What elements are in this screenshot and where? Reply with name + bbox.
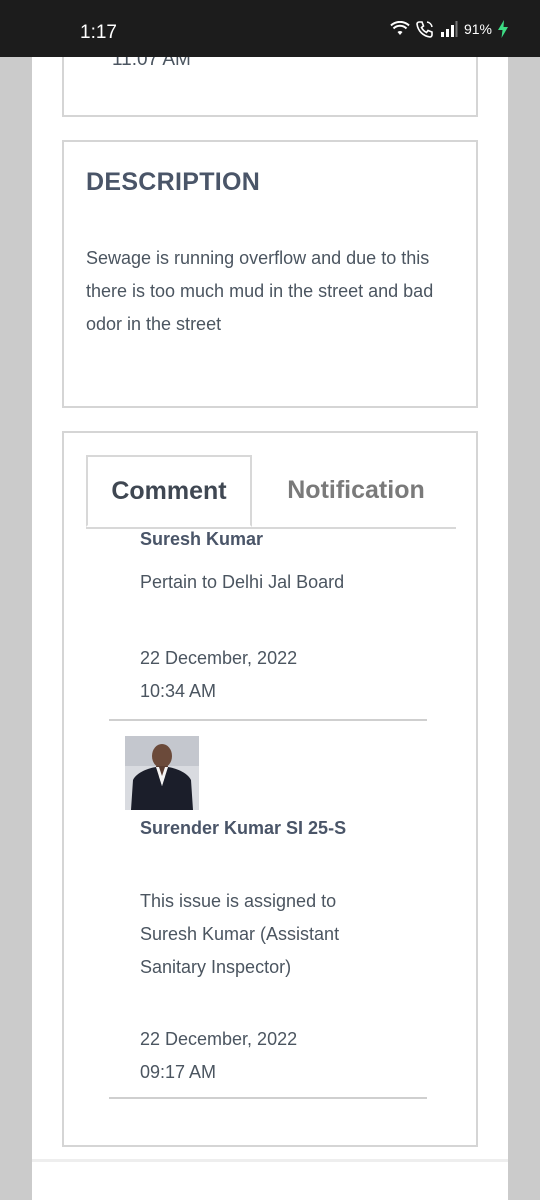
comment-divider xyxy=(109,1097,427,1099)
status-time: 1:17 xyxy=(80,22,117,43)
battery-percent: 91% xyxy=(463,21,492,37)
comment-date: 22 December, 2022 10:34 AM xyxy=(140,642,340,708)
page-content: 11:07 AM DESCRIPTION Sewage is running o… xyxy=(32,57,508,1200)
wifi-icon xyxy=(390,21,410,35)
page-bottom-edge xyxy=(32,1159,508,1162)
status-bar: 1:17 91% xyxy=(0,0,540,57)
comments-card: Comment Notification Suresh Kumar Pertai… xyxy=(62,431,478,1147)
status-icons: 91% xyxy=(390,20,508,38)
avatar xyxy=(125,736,199,810)
details-card-partial: 11:07 AM xyxy=(62,57,478,117)
comment-date-day: 22 December, 2022 xyxy=(140,648,298,668)
charging-icon xyxy=(498,20,508,38)
tab-bar: Comment Notification xyxy=(86,455,456,529)
signal-icon xyxy=(440,21,458,37)
complaint-time: 11:07 AM xyxy=(112,57,191,70)
comment-author: Surender Kumar SI 25-S xyxy=(140,818,347,838)
description-card: DESCRIPTION Sewage is running overflow a… xyxy=(62,140,478,408)
avatar-photo xyxy=(125,736,199,810)
tab-notification[interactable]: Notification xyxy=(258,455,454,525)
comment-date-time: 10:34 AM xyxy=(140,681,217,701)
comment-date-time: 09:17 AM xyxy=(140,1062,217,1082)
comment-text: This issue is assigned to Suresh Kumar (… xyxy=(140,891,340,977)
description-text: Sewage is running overflow and due to th… xyxy=(86,248,434,334)
description-title: DESCRIPTION xyxy=(86,168,261,196)
comment-author: Suresh Kumar xyxy=(140,529,264,549)
comment-date-day: 22 December, 2022 xyxy=(140,1029,298,1049)
wifi-call-icon xyxy=(416,21,433,38)
comment-divider xyxy=(109,719,427,721)
comment-text: Pertain to Delhi Jal Board xyxy=(140,572,345,592)
comment-date: 22 December, 2022 09:17 AM xyxy=(140,1023,340,1089)
comment-list: Suresh Kumar Pertain to Delhi Jal Board … xyxy=(64,529,476,1145)
tab-comment[interactable]: Comment xyxy=(86,455,252,527)
